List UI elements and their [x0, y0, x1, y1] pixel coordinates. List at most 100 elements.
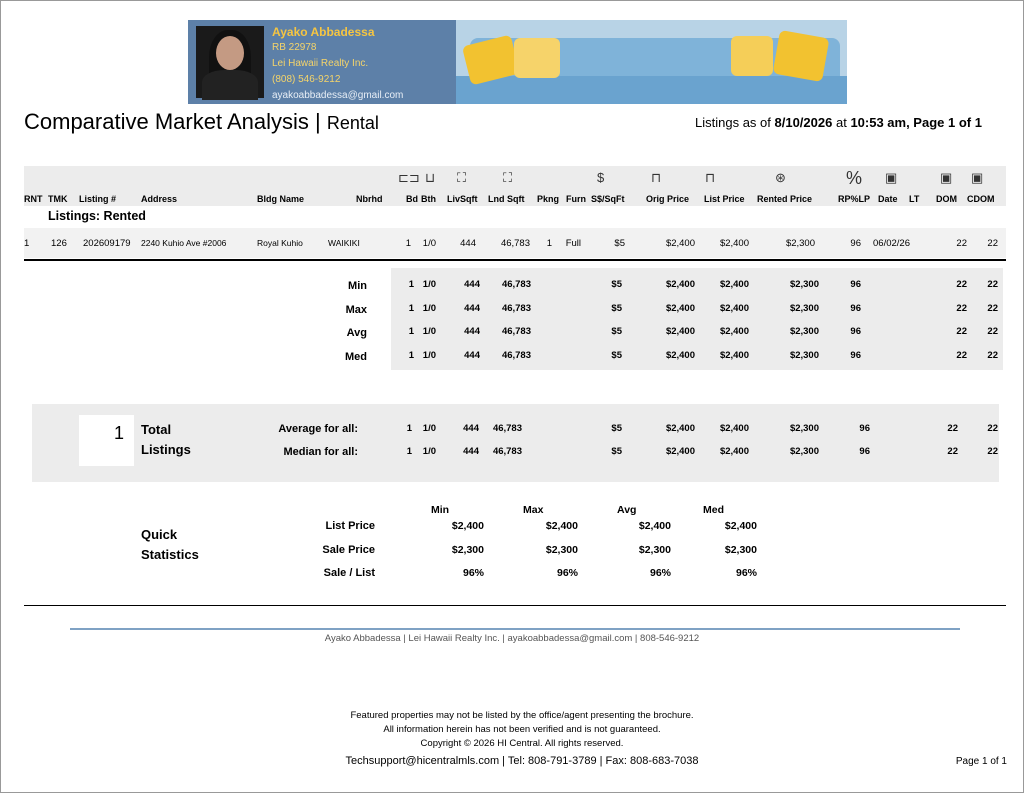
column-header: LivSqft: [447, 194, 478, 204]
footer-rule: [70, 628, 960, 630]
column-header: RNT: [24, 194, 43, 204]
column-header: List Price: [704, 194, 745, 204]
quick-cell: $2,400: [638, 520, 671, 532]
listings-label: Listings: [141, 442, 191, 457]
column-header: Pkng: [537, 194, 560, 204]
quick-cell: 96%: [735, 567, 757, 579]
quick-cell: 96%: [649, 567, 671, 579]
quick-header: Max: [523, 504, 544, 516]
agent-email[interactable]: ayakoabbadessa@gmail.com: [272, 90, 403, 101]
agent-company: Lei Hawaii Realty Inc.: [272, 58, 369, 69]
stat-cell: 46,783: [501, 326, 531, 337]
column-header: Bth: [421, 194, 436, 204]
page-title: Comparative Market Analysis | Rental: [24, 109, 379, 134]
quick-cell: $2,300: [724, 543, 757, 556]
quick-cell: $2,400: [724, 520, 757, 532]
support-contact[interactable]: Techsupport@hicentralmls.com | Tel: 808-…: [0, 755, 1024, 767]
totals-cell: 22: [987, 446, 998, 457]
table-cell: 22: [987, 238, 998, 249]
agent-license: RB 22978: [272, 42, 317, 53]
totals-cell: $5: [611, 446, 622, 457]
totals-cell: 22: [987, 423, 998, 434]
stat-cell: $2,400: [719, 349, 749, 361]
column-header: Listing #: [79, 194, 117, 204]
copyright: Copyright © 2026 HI Central. All rights …: [420, 738, 624, 749]
row-divider: [24, 259, 1006, 261]
stat-cell: 22: [987, 302, 998, 314]
quick-cell: 96%: [462, 567, 484, 579]
stat-cell: 22: [987, 349, 998, 361]
quick-row-label: Sale Price: [322, 543, 375, 556]
quick-row-label: Sale / List: [323, 567, 375, 579]
lot-area-icon: ⛶: [503, 170, 513, 185]
column-header: S$/SqFt: [591, 194, 625, 204]
total-count: 1: [113, 423, 124, 443]
stat-cell: $2,400: [665, 302, 695, 314]
total-count-box: 1: [79, 415, 134, 466]
table-cell: Royal Kuhio: [257, 238, 303, 248]
stat-cell: 22: [987, 326, 998, 337]
stat-cell: $2,400: [719, 302, 749, 314]
totals-cell: 96: [859, 423, 870, 434]
sofa-image: [456, 20, 847, 104]
disclaimer-1: Featured properties may not be listed by…: [350, 710, 694, 721]
quick-cell: 96%: [556, 567, 578, 579]
table-cell: 2240 Kuhio Ave #2006: [141, 238, 227, 248]
stat-cell: $2,400: [665, 326, 695, 337]
price-tag-icon: ⊓: [651, 170, 662, 185]
agent-phone: (808) 546-9212: [272, 74, 341, 85]
quick-row-label: List Price: [325, 520, 375, 532]
area-icon: ⛶: [457, 170, 467, 185]
column-header: DOM: [936, 194, 957, 204]
quick-cell: $2,300: [451, 543, 484, 556]
footer-agent-line: Ayako Abbadessa | Lei Hawaii Realty Inc.…: [324, 633, 700, 644]
agent-photo: [196, 26, 264, 100]
column-header: Bd: [406, 194, 418, 204]
dollar-box-icon: $: [597, 170, 605, 185]
calendar-icon: ▣: [885, 170, 898, 185]
agent-name: Ayako Abbadessa: [272, 25, 375, 39]
column-header: Rented Price: [757, 194, 813, 204]
stat-cell: 22: [987, 279, 998, 290]
stat-cell: $5: [611, 326, 622, 337]
bed-icon: ⊏⊐: [398, 170, 420, 185]
totals-cell: $2,400: [719, 423, 749, 434]
stat-cell: 46,783: [501, 279, 531, 290]
column-header: CDOM: [967, 194, 995, 204]
bath-icon: ⊔: [425, 170, 436, 185]
quick-cell: $2,300: [638, 543, 671, 556]
dollar-circle-icon: ⊛: [775, 170, 786, 185]
calendar-icon: ▣: [940, 170, 953, 185]
percent-icon: %: [846, 168, 863, 188]
quick-header: Min: [431, 504, 450, 516]
section-label: Listings: Rented: [48, 209, 146, 223]
column-header: Orig Price: [646, 194, 690, 204]
column-header: Address: [141, 194, 178, 204]
column-header: Date: [878, 194, 898, 204]
quick-label: Quick: [141, 527, 178, 542]
table-cell: $5: [614, 238, 625, 249]
agent-banner: Ayako Abbadessa RB 22978 Lei Hawaii Real…: [188, 20, 847, 104]
column-header: LT: [909, 194, 920, 204]
stat-cell: 96: [850, 326, 861, 337]
quick-cell: $2,400: [451, 520, 484, 532]
page-number: Page 1 of 1: [955, 756, 1007, 767]
table-cell: $2,400: [665, 238, 695, 249]
totals-cell: $5: [611, 423, 622, 434]
totals-cell: 96: [859, 446, 870, 457]
totals-cell: 46,783: [492, 423, 522, 434]
quick-cell: $2,300: [545, 543, 578, 556]
stat-cell: $5: [611, 302, 622, 314]
column-header: Bldg Name: [257, 194, 305, 204]
statistics-label: Statistics: [141, 547, 199, 562]
quick-header: Med: [703, 504, 724, 516]
table-cell: 126: [51, 238, 67, 249]
column-header: Lnd Sqft: [488, 194, 525, 204]
totals-label: Average for all:: [278, 423, 358, 435]
stat-cell: 96: [850, 302, 861, 314]
column-header: RP%LP: [838, 194, 871, 204]
table-cell: 202609179: [83, 238, 131, 249]
stat-cell: $2,400: [719, 326, 749, 337]
total-label: Total: [141, 422, 172, 437]
stat-cell: 96: [850, 349, 861, 361]
